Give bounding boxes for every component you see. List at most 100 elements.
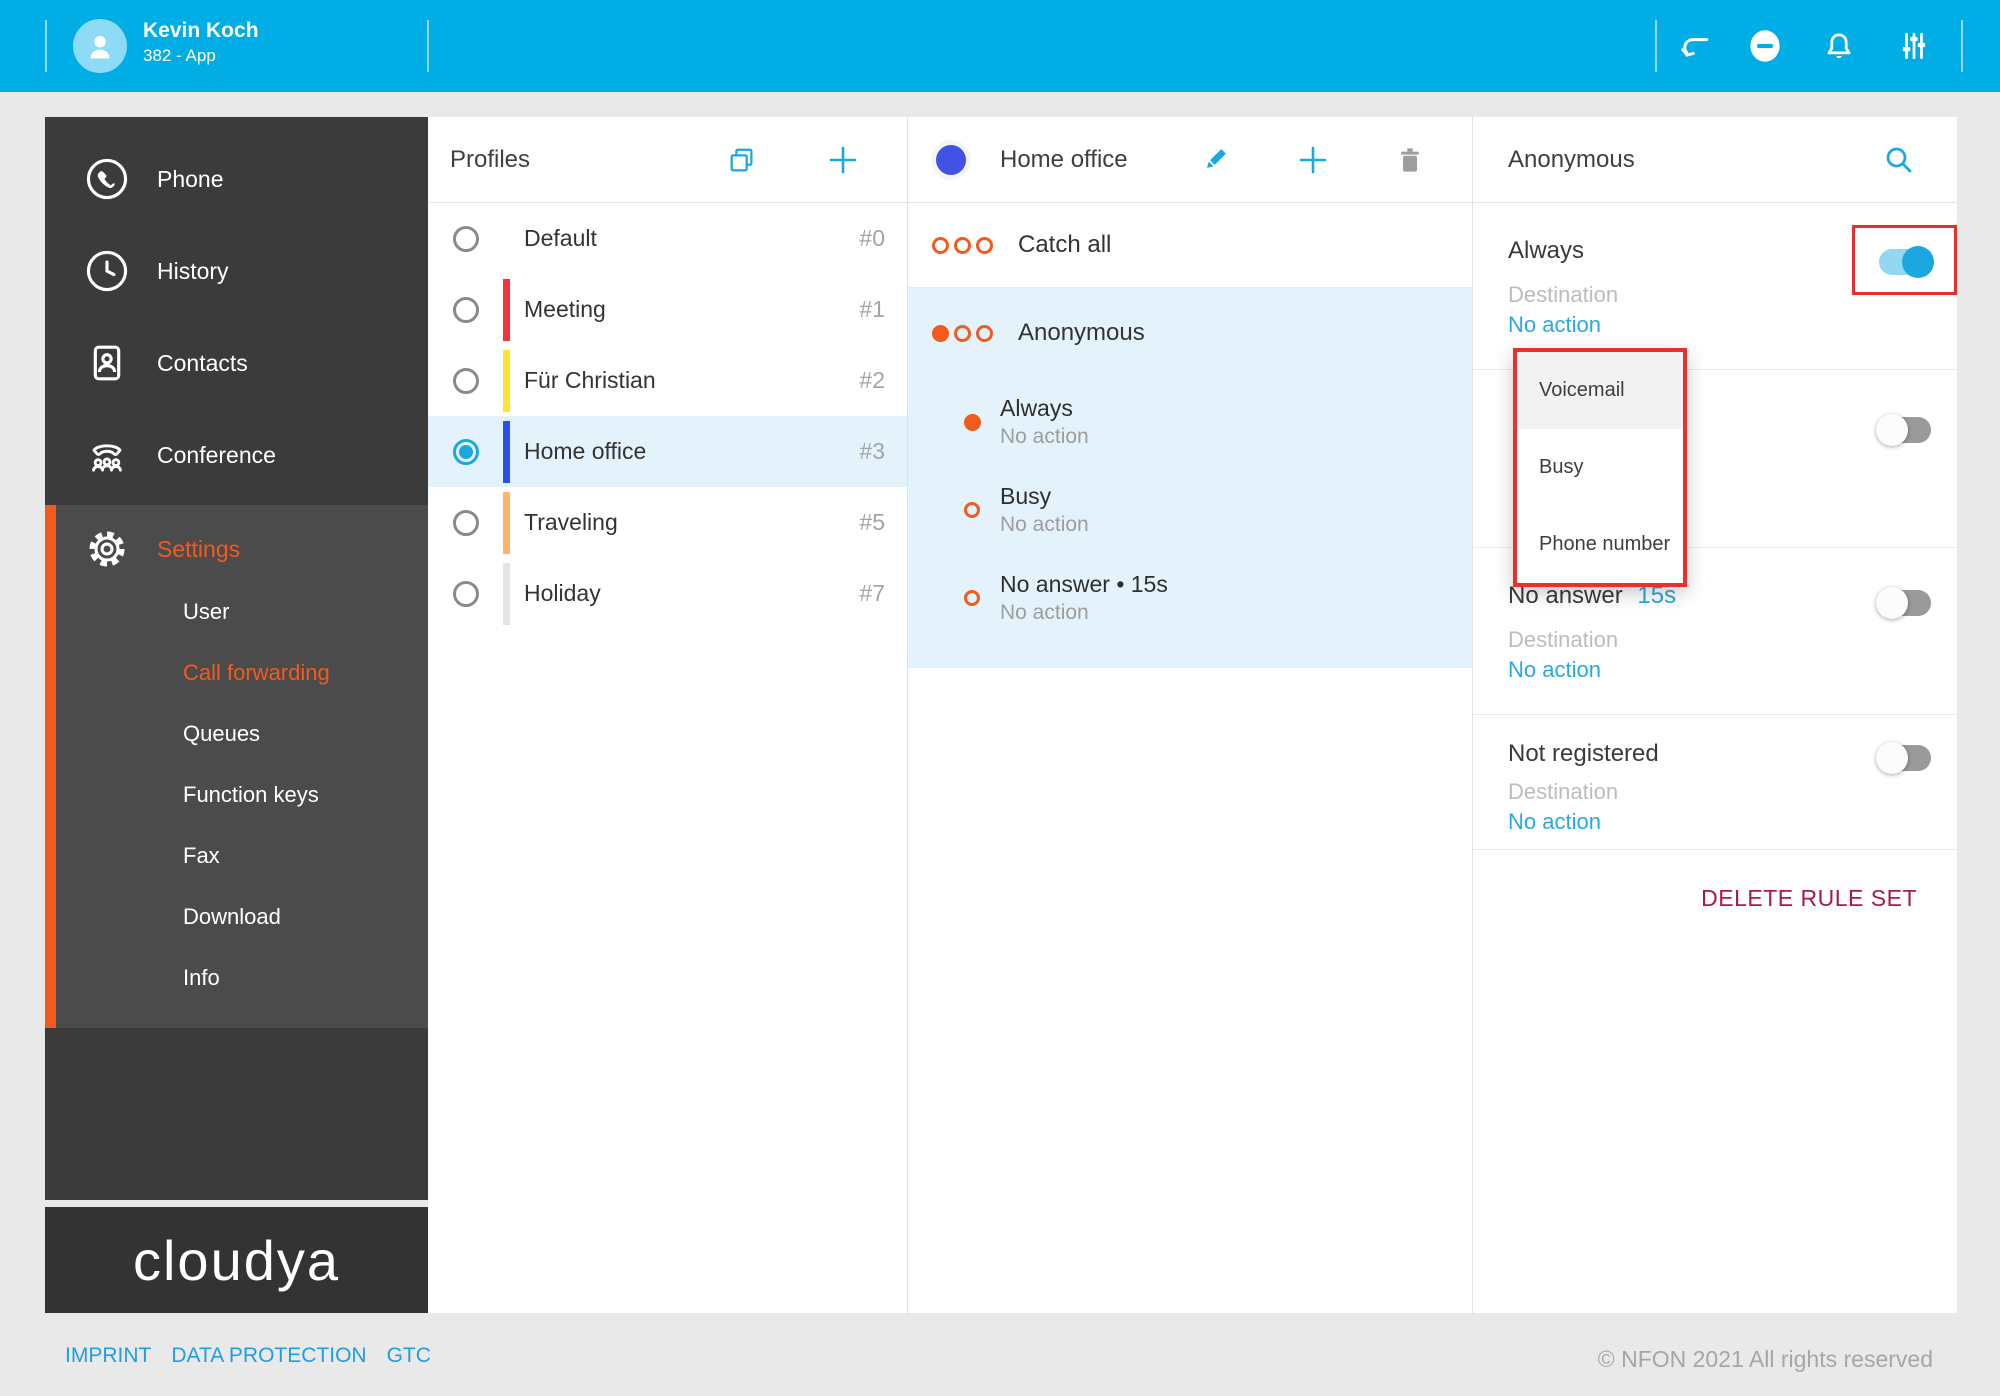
profiles-panel: Profiles Default #0 Meeting #1 Für Chris… xyxy=(428,117,908,1313)
search-icon[interactable] xyxy=(1883,144,1915,176)
destination-dropdown: Voicemail Busy Phone number xyxy=(1513,348,1687,587)
forward-icon[interactable] xyxy=(1677,28,1713,64)
destination-label: Destination xyxy=(1508,627,1957,653)
profile-color-bar xyxy=(503,563,510,625)
copy-profile-icon[interactable] xyxy=(727,145,757,175)
profile-name: Default xyxy=(524,225,597,252)
sidebar-subitem-call-forwarding[interactable]: Call forwarding xyxy=(45,642,428,703)
condition-value: No action xyxy=(1000,513,1089,537)
profile-radio-selected[interactable] xyxy=(453,439,479,465)
condition-label: Always xyxy=(1000,395,1089,422)
catch-all-icon xyxy=(932,237,998,254)
imprint-link[interactable]: IMPRINT xyxy=(65,1344,151,1368)
profile-number: #1 xyxy=(859,296,907,323)
user-extension: 382 - App xyxy=(143,44,259,68)
profile-name: Meeting xyxy=(524,296,606,323)
user-name: Kevin Koch xyxy=(143,18,259,44)
rule-item-anonymous[interactable]: Anonymous xyxy=(908,288,1472,378)
dropdown-option-phone-number[interactable]: Phone number xyxy=(1517,506,1683,583)
trash-icon[interactable] xyxy=(1396,145,1424,175)
sidebar-subitem-queues[interactable]: Queues xyxy=(45,703,428,764)
data-protection-link[interactable]: DATA PROTECTION xyxy=(171,1344,366,1368)
do-not-disturb-icon[interactable] xyxy=(1747,28,1783,64)
profile-radio[interactable] xyxy=(453,581,479,607)
settings-section: Settings User Call forwarding Queues Fun… xyxy=(45,505,428,1028)
profile-number: #5 xyxy=(859,509,907,536)
rules-panel: Home office Catch all Anonymous xyxy=(908,117,1473,1313)
add-profile-icon[interactable] xyxy=(827,144,859,176)
condition-dot-filled xyxy=(960,414,984,431)
profile-row-holiday[interactable]: Holiday #7 xyxy=(428,558,907,629)
profile-radio[interactable] xyxy=(453,297,479,323)
copyright-notice: © NFON 2021 All rights reserved xyxy=(1598,1346,1933,1373)
profile-radio[interactable] xyxy=(453,368,479,394)
sidebar-item-label: Conference xyxy=(157,442,276,469)
equalizer-icon[interactable] xyxy=(1896,28,1932,64)
sidebar-item-contacts[interactable]: Contacts xyxy=(45,317,428,409)
footer-links: IMPRINT DATA PROTECTION GTC xyxy=(65,1344,431,1368)
no-answer-toggle[interactable] xyxy=(1879,590,1931,616)
sidebar-item-conference[interactable]: Conference xyxy=(45,409,428,501)
cloudya-logo: cloudya xyxy=(133,1228,340,1293)
avatar[interactable] xyxy=(73,19,127,73)
rules-header: Home office xyxy=(908,117,1472,203)
sidebar-item-label: History xyxy=(157,258,229,285)
profile-row-meeting[interactable]: Meeting #1 xyxy=(428,274,907,345)
delete-rule-set-button[interactable]: DELETE RULE SET xyxy=(1701,885,1917,911)
profile-row-default[interactable]: Default #0 xyxy=(428,203,907,274)
sidebar-subitem-user[interactable]: User xyxy=(45,581,428,642)
condition-dot-open xyxy=(960,590,984,606)
edit-icon[interactable] xyxy=(1200,145,1230,175)
sidebar-subitem-fax[interactable]: Fax xyxy=(45,825,428,886)
delete-rule-set-row: DELETE RULE SET xyxy=(1473,850,1957,912)
detail-row-always: Always Destination No action xyxy=(1473,203,1957,370)
sidebar-item-phone[interactable]: Phone xyxy=(45,133,428,225)
destination-value-link[interactable]: No action xyxy=(1508,657,1957,683)
profile-number: #2 xyxy=(859,367,907,394)
app-window: Kevin Koch 382 - App xyxy=(0,0,2000,1396)
sidebar-nav: Phone History Contacts Confere xyxy=(45,117,428,1200)
rule-condition-always[interactable]: Always No action xyxy=(908,378,1472,466)
dropdown-option-voicemail[interactable]: Voicemail xyxy=(1517,352,1683,429)
rule-item-catch-all[interactable]: Catch all xyxy=(908,203,1472,288)
sidebar-subitem-function-keys[interactable]: Function keys xyxy=(45,764,428,825)
profile-row-home-office[interactable]: Home office #3 xyxy=(428,416,907,487)
profile-radio[interactable] xyxy=(453,226,479,252)
dropdown-option-busy[interactable]: Busy xyxy=(1517,429,1683,506)
profile-row-traveling[interactable]: Traveling #5 xyxy=(428,487,907,558)
always-toggle[interactable] xyxy=(1879,249,1931,275)
destination-label: Destination xyxy=(1508,282,1957,308)
destination-value-link[interactable]: No action xyxy=(1508,312,1957,338)
profile-color-bar xyxy=(503,492,510,554)
detail-title: Anonymous xyxy=(1508,146,1635,174)
profile-name: Holiday xyxy=(524,580,601,607)
rule-condition-no-answer[interactable]: No answer • 15s No action xyxy=(908,554,1472,642)
profile-color-dot xyxy=(936,145,966,175)
detail-row-not-registered: Not registered Destination No action xyxy=(1473,715,1957,850)
sidebar-subitem-info[interactable]: Info xyxy=(45,947,428,1008)
profile-name: Traveling xyxy=(524,509,618,536)
not-registered-toggle[interactable] xyxy=(1879,745,1931,771)
user-info: Kevin Koch 382 - App xyxy=(143,18,259,68)
destination-value-link[interactable]: No action xyxy=(1508,809,1957,835)
bell-icon[interactable] xyxy=(1821,28,1857,64)
conference-icon xyxy=(85,433,129,477)
rule-condition-busy[interactable]: Busy No action xyxy=(908,466,1472,554)
rules-profile-title: Home office xyxy=(1000,146,1128,174)
profile-number: #0 xyxy=(859,225,907,252)
profile-name: Für Christian xyxy=(524,367,656,394)
sidebar-subitem-download[interactable]: Download xyxy=(45,886,428,947)
sidebar-item-settings[interactable]: Settings xyxy=(45,517,428,581)
busy-toggle[interactable] xyxy=(1879,417,1931,443)
profile-radio[interactable] xyxy=(453,510,479,536)
profile-row-fuer-christian[interactable]: Für Christian #2 xyxy=(428,345,907,416)
sidebar-item-history[interactable]: History xyxy=(45,225,428,317)
rule-label: Anonymous xyxy=(1018,319,1145,347)
rule-label: Catch all xyxy=(1018,231,1111,259)
sidebar-item-label: Contacts xyxy=(157,350,248,377)
add-rule-icon[interactable] xyxy=(1297,144,1329,176)
topbar-divider xyxy=(45,20,47,72)
sidebar-item-label: Settings xyxy=(157,536,240,563)
topbar-divider xyxy=(1655,20,1657,72)
gtc-link[interactable]: GTC xyxy=(387,1344,431,1368)
